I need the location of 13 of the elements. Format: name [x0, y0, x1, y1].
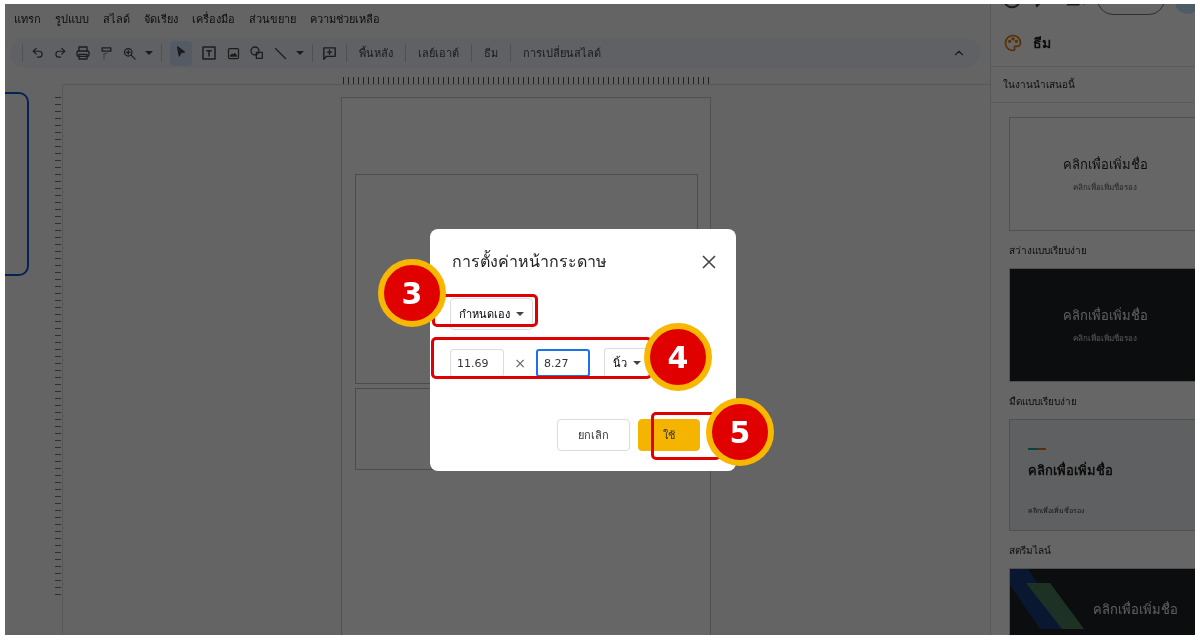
theme-name: มืดแบบเรียบง่าย — [1009, 395, 1078, 409]
theme-title-text: คลิกเพื่อเพิ่มชื่อ — [1062, 155, 1148, 174]
theme-name: สว่างแบบเรียบง่าย — [1009, 244, 1088, 258]
section-heading: ในงานนำเสนอนี้ — [991, 67, 1200, 103]
theme-title-text: คลิกเพื่อเพิ่มชื่อ — [1062, 306, 1148, 325]
theme-title-text: คลิกเพื่อเพิ่มชื่อ — [1028, 460, 1113, 480]
times-sign: × — [513, 355, 527, 371]
theme-title-text: คลิกเพื่อเพิ่มชื่อ — [1092, 600, 1178, 619]
theme-subtitle-text: คลิกเพื่อเพิ่มชื่อรอง — [1073, 181, 1137, 194]
panel-title: ธีม — [1033, 34, 1051, 53]
theme-subtitle-text: คลิกเพื่อเพิ่มชื่อรอง — [1073, 332, 1137, 345]
theme-name: สตรีมไลน์ — [1009, 544, 1052, 558]
dialog-title: การตั้งค่าหน้ากระดาษ — [452, 249, 607, 273]
